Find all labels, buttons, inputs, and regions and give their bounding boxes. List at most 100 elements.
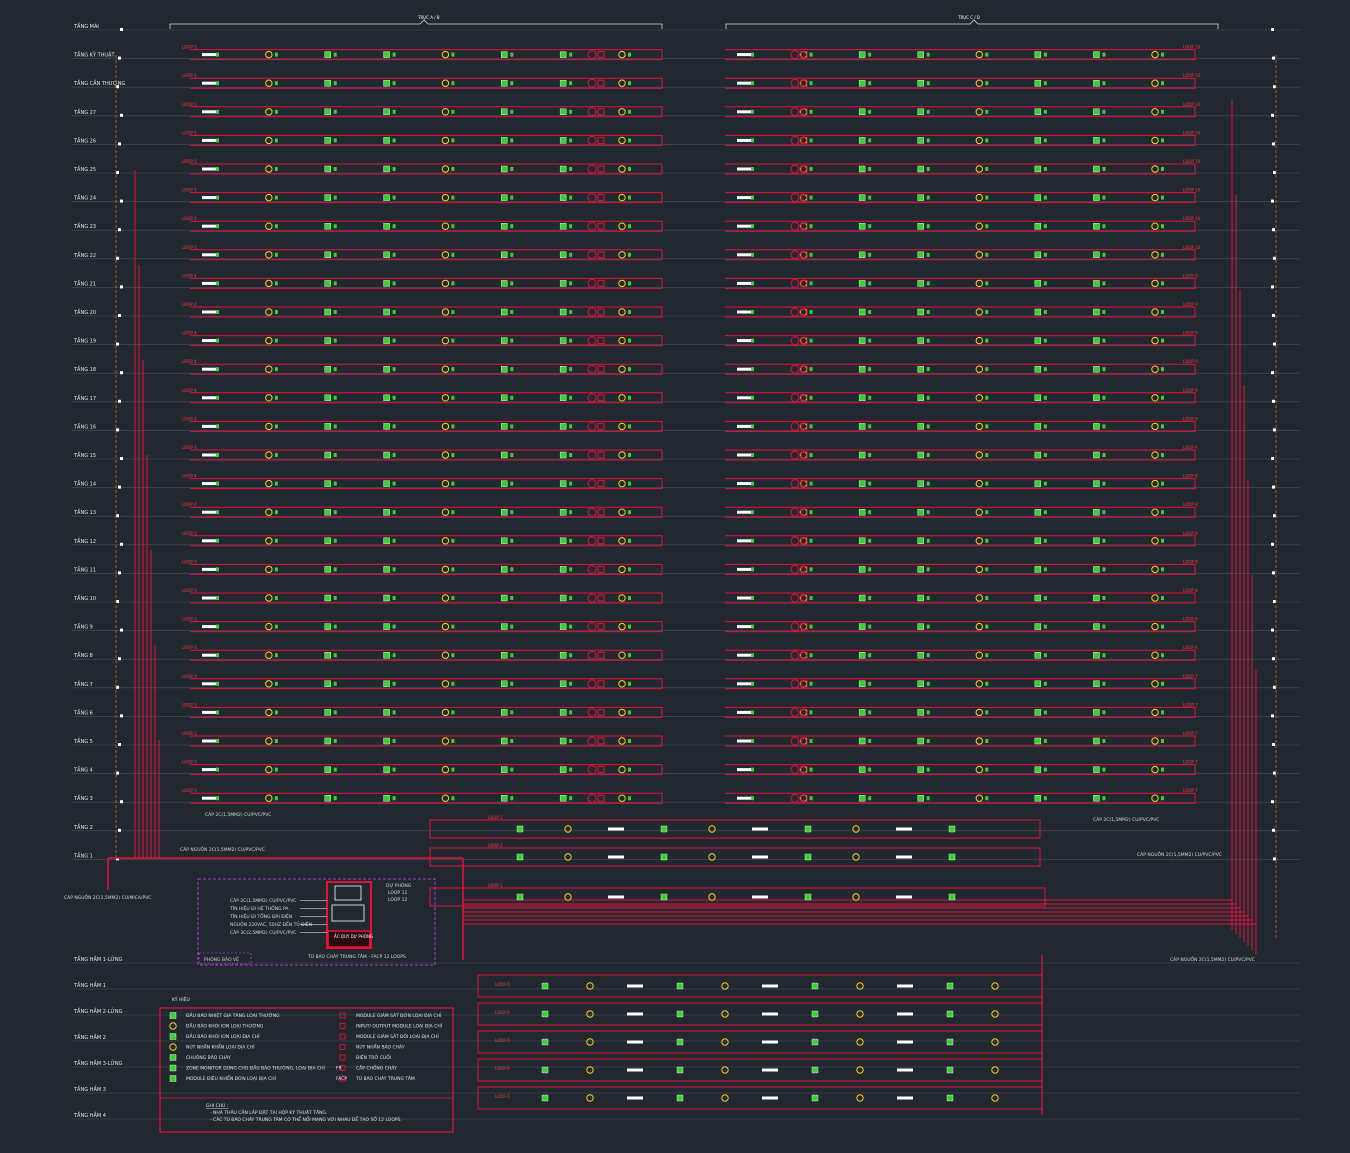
heat-detector-icon — [441, 537, 450, 545]
smoke-detector-icon — [559, 709, 567, 716]
zone-module-icon — [737, 138, 753, 142]
riser-tap-right — [1271, 800, 1274, 804]
heat-detector-icon — [856, 1038, 864, 1046]
module-icon — [569, 653, 573, 658]
zone-module-icon — [737, 339, 753, 343]
module-icon — [510, 453, 514, 457]
manual-call-point-icon — [790, 193, 800, 203]
bell-icon — [597, 337, 605, 345]
loop-label: LOOP 5 — [182, 102, 197, 107]
module-icon — [274, 109, 278, 114]
smoke-detector-icon — [1034, 737, 1042, 745]
module-icon — [1161, 81, 1164, 86]
riser-tap-left — [120, 714, 123, 718]
module-icon — [392, 395, 396, 400]
zone-module-icon — [752, 895, 768, 899]
riser-tap-right — [1271, 714, 1274, 718]
module-icon — [985, 81, 989, 86]
module-icon — [809, 310, 813, 314]
module-icon — [868, 681, 872, 686]
panel-loop-note-1: LOOP 11 — [388, 890, 407, 896]
module-icon — [1043, 138, 1047, 143]
heat-detector-icon — [441, 165, 450, 173]
smoke-detector-icon — [917, 51, 924, 58]
module-icon — [628, 538, 631, 543]
floor-label: TẦNG 26 — [73, 136, 96, 144]
module-icon — [451, 624, 455, 629]
module-icon — [751, 52, 754, 57]
loop-wire — [477, 1002, 1043, 1026]
module-icon — [216, 481, 219, 486]
smoke-detector-icon — [383, 165, 390, 173]
smoke-detector-icon — [501, 79, 508, 87]
module-icon — [868, 195, 872, 200]
heat-detector-icon — [975, 365, 983, 373]
smoke-detector-icon — [858, 709, 866, 716]
floor-label: TẦNG 8 — [73, 651, 93, 659]
loop-label: LOOP 7 — [1183, 788, 1198, 793]
smoke-detector-icon — [917, 623, 924, 630]
module-icon — [1043, 224, 1047, 229]
smoke-detector-icon — [917, 537, 924, 544]
loop-wire — [477, 1030, 1043, 1054]
manual-call-point-icon — [587, 421, 597, 431]
module-icon — [569, 224, 573, 229]
module-icon — [809, 281, 813, 286]
top-bracket-right-label: TRỤC C / D — [957, 15, 980, 20]
module-icon — [809, 796, 813, 801]
manual-call-point-icon — [587, 135, 597, 145]
smoke-detector-icon — [660, 825, 668, 833]
heat-detector-icon — [975, 479, 983, 488]
zone-module-icon — [202, 768, 218, 772]
module-icon — [1161, 367, 1164, 372]
module-icon — [628, 510, 631, 515]
panel-input-label: CÁP 3C(2,5MM2) CU/PVC/PVC — [230, 929, 296, 936]
smoke-detector-icon — [1034, 451, 1042, 459]
smoke-detector-icon — [501, 709, 508, 716]
bell-icon — [597, 794, 605, 802]
module-icon — [868, 224, 872, 229]
riser-tap-right — [1272, 485, 1275, 489]
module-icon — [392, 624, 396, 629]
loop-label: LOOP 9 — [1183, 273, 1198, 278]
module-icon — [751, 624, 754, 629]
riser-tap-right — [1272, 743, 1275, 746]
module-icon — [333, 681, 337, 686]
zone-module-icon — [608, 827, 624, 831]
bell-icon — [597, 251, 605, 259]
module-icon — [985, 195, 989, 200]
module-icon — [751, 81, 754, 86]
heat-detector-icon — [975, 336, 983, 345]
smoke-detector-icon — [1093, 308, 1100, 316]
smoke-detector-icon — [1093, 79, 1100, 87]
manual-call-point-icon — [790, 622, 800, 632]
heat-detector-icon — [1151, 79, 1159, 87]
loop-label: LOOP 10 — [1183, 159, 1201, 164]
bell-icon — [597, 51, 605, 59]
module-icon — [274, 338, 278, 343]
module-icon — [628, 424, 631, 429]
smoke-detector-icon — [383, 194, 390, 201]
mid-loop-label: LOOP 1 — [488, 883, 503, 888]
smoke-detector-icon — [1034, 480, 1042, 487]
smoke-detector-icon — [324, 509, 331, 516]
heat-detector-icon — [618, 794, 626, 802]
module-icon — [569, 767, 573, 772]
zone-module-icon — [608, 855, 624, 859]
module-icon — [809, 453, 813, 457]
module-icon — [274, 310, 278, 314]
bell-icon — [597, 222, 605, 230]
riser-tap-right — [1271, 542, 1274, 546]
module-icon — [926, 424, 930, 429]
module-icon — [1043, 52, 1047, 57]
module-icon — [451, 767, 455, 772]
floor-label: TẦNG 3 — [73, 794, 93, 802]
smoke-detector-icon — [917, 680, 924, 687]
module-icon — [333, 81, 337, 86]
module-icon — [1043, 195, 1047, 200]
heat-detector-icon — [618, 479, 626, 488]
heat-detector-icon — [169, 1022, 177, 1030]
smoke-detector-icon — [858, 51, 866, 58]
bell-icon — [597, 737, 605, 745]
basement-loop-label: LOOP 6 — [495, 1038, 510, 1043]
